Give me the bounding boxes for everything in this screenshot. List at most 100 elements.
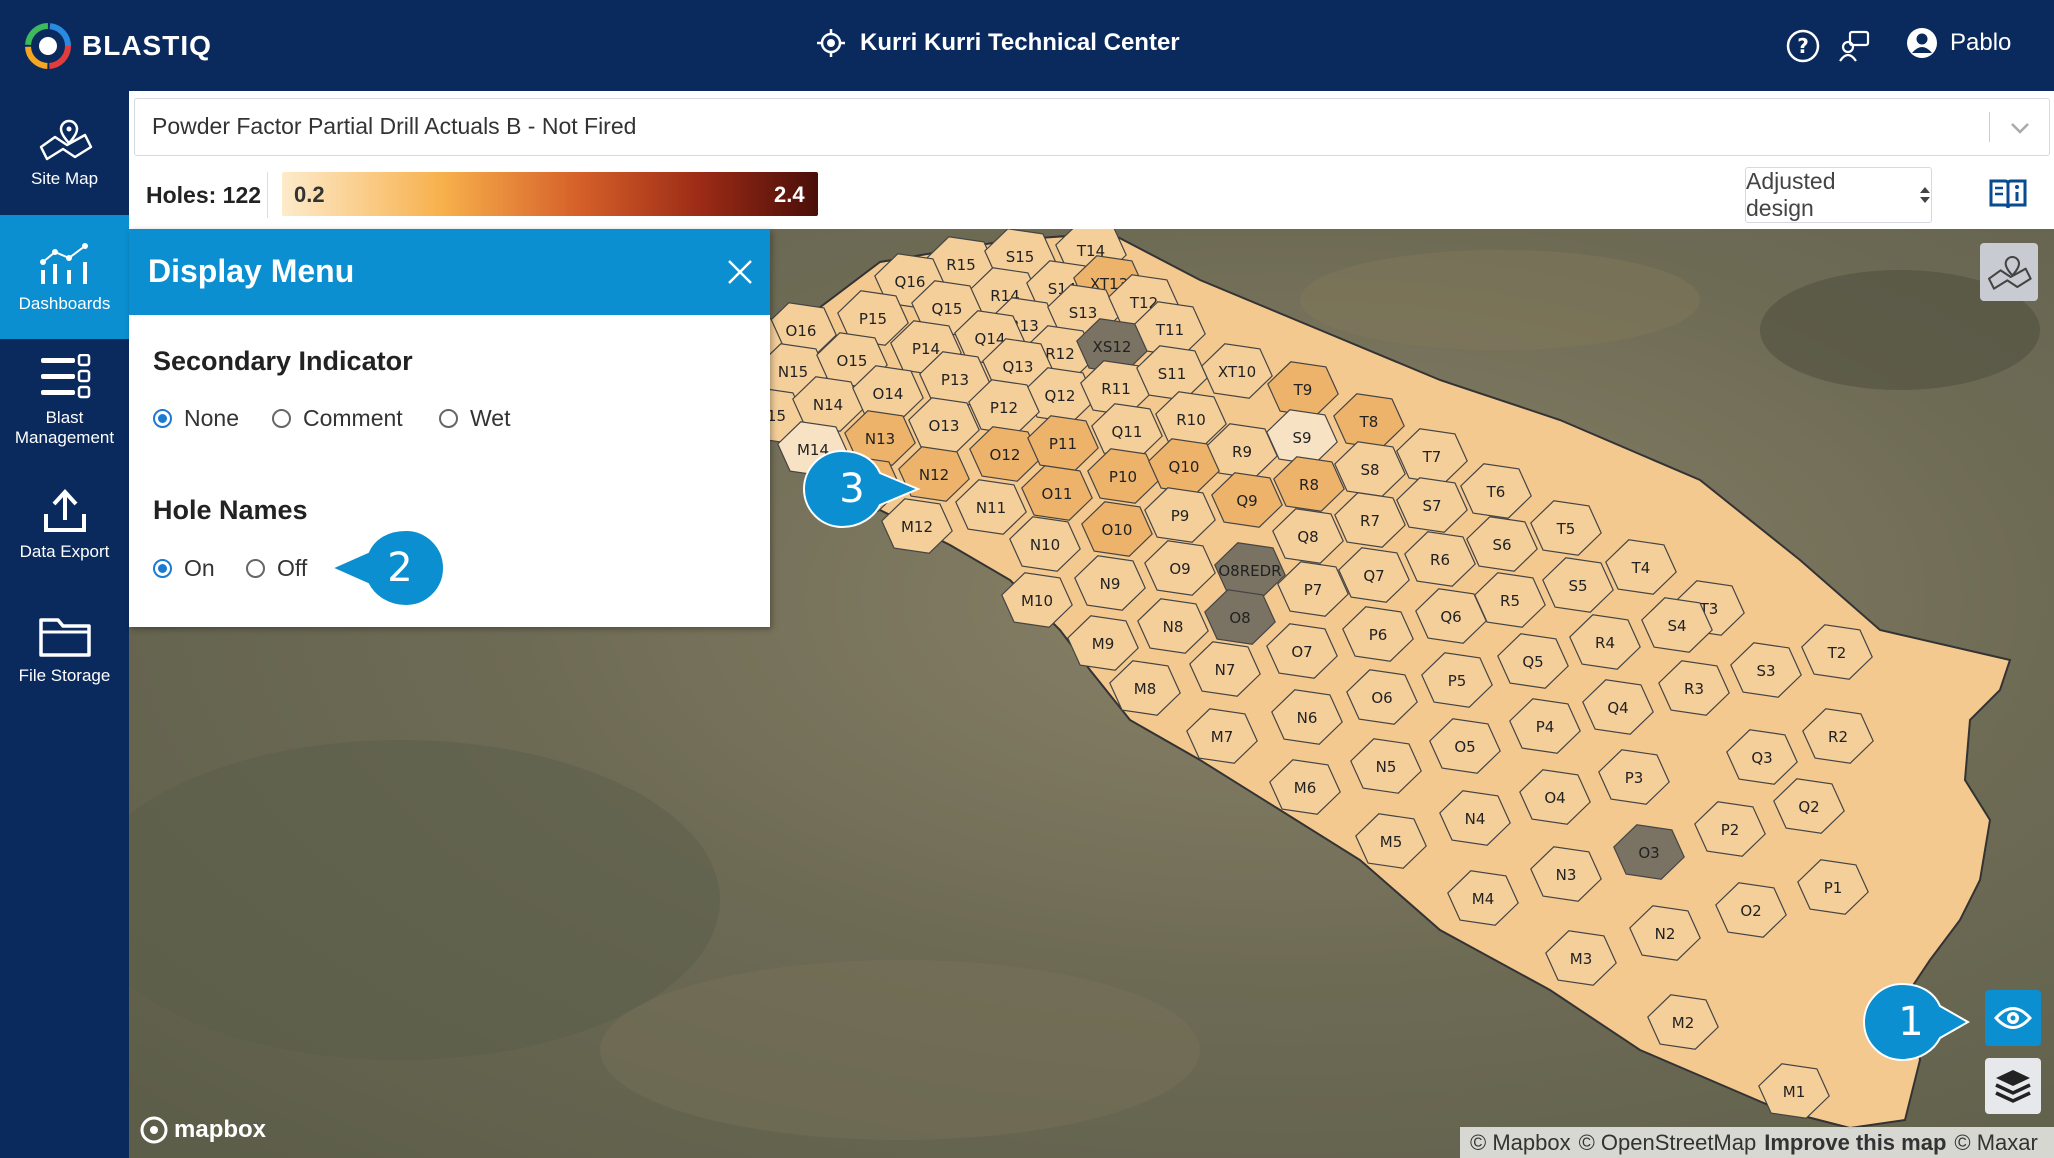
select-divider [1989,112,1990,142]
blast-hole-label: O8 [1229,609,1250,627]
chevron-down-icon[interactable] [2008,118,2032,143]
blast-hole-label: S5 [1568,577,1587,595]
radio-selected-icon [153,409,172,428]
blast-hole-label: O12 [990,446,1021,464]
blast-hole-label: M6 [1294,779,1317,797]
sort-arrows-icon [1920,187,1931,203]
map-pin-icon [1987,255,2032,290]
layers-icon [1995,1070,2031,1103]
legend-max: 2.4 [774,182,805,207]
blast-hole-label: P3 [1625,769,1644,787]
blast-hole-label: S3 [1756,662,1775,680]
blast-hole-label: O14 [873,385,904,403]
blast-hole-label: N11 [976,499,1006,517]
blast-hole-label: O8REDR [1218,562,1281,580]
blast-hole-label: P9 [1171,507,1190,525]
blast-hole-label: M3 [1570,950,1593,968]
blast-hole-label: Q10 [1169,458,1200,476]
sidebar-item-label: Data Export [19,542,110,562]
blastiq-logo-icon[interactable] [22,20,74,72]
layers-button[interactable] [1985,1058,2041,1114]
dashboard-select-value: Powder Factor Partial Drill Actuals B - … [152,113,637,139]
attribution-mapbox[interactable]: © Mapbox [1470,1130,1571,1156]
attribution-osm[interactable]: © OpenStreetMap [1579,1130,1757,1156]
blast-hole-label: O11 [1042,485,1073,503]
blast-hole-label: N5 [1376,758,1397,776]
callout-number: 2 [387,545,412,591]
map-attribution: © Mapbox © OpenStreetMap Improve this ma… [1460,1127,2054,1158]
blast-hole-label: R2 [1828,728,1848,746]
callout-3: 3 [803,449,921,529]
holes-divider [267,172,268,218]
legend-book-icon[interactable] [1988,176,2028,217]
blast-hole-label: P14 [912,340,940,358]
blast-hole-label: M8 [1134,680,1157,698]
blast-hole-label: S6 [1492,536,1511,554]
sidebar-item-site-map[interactable]: Site Map [0,91,129,215]
top-bar: BLASTIQ Kurri Kurri Technical Center ? P… [0,0,2054,91]
blast-hole-label: N12 [919,466,949,484]
blast-hole-label: N13 [865,430,895,448]
blast-hole-label: T7 [1422,448,1442,466]
radio-label: None [184,405,239,431]
eye-icon [1994,1007,2032,1029]
blast-hole-label: T6 [1486,483,1506,501]
user-menu[interactable]: Pablo [1906,27,2011,59]
mapbox-logo[interactable]: mapbox [140,1116,266,1144]
blast-hole-label: Q15 [932,300,963,318]
blast-hole-label: Q6 [1440,608,1461,626]
feedback-icon[interactable] [1838,29,1872,68]
blast-hole-label: O9 [1169,560,1190,578]
radio-label: Comment [303,405,403,431]
list-icon [40,354,90,399]
blast-hole-label: O13 [929,417,960,435]
sidebar-item-label: Dashboards [18,294,111,314]
blast-hole-label: S15 [1006,248,1035,266]
design-select[interactable]: Adjusted design [1745,167,1932,223]
upload-icon [43,489,86,533]
secondary-wet-radio[interactable]: Wet [439,405,510,432]
blast-hole-label: R7 [1360,512,1380,530]
close-icon[interactable] [726,258,754,291]
help-icon[interactable]: ? [1786,29,1820,68]
sidebar-item-data-export[interactable]: Data Export [0,463,129,587]
secondary-indicator-heading: Secondary Indicator [153,346,413,376]
blast-hole-label: N10 [1030,536,1060,554]
sidebar-item-label: Blast Management [14,408,115,447]
site-map-toggle-button[interactable] [1980,243,2038,301]
sidebar-item-file-storage[interactable]: File Storage [0,587,129,711]
sidebar-item-label: File Storage [18,666,111,686]
blast-hole-label: M2 [1672,1014,1695,1032]
blast-hole-label: Q13 [1003,358,1034,376]
display-menu-button[interactable] [1985,990,2041,1046]
blast-hole-label: M4 [1472,890,1495,908]
mapbox-logo-icon [140,1116,168,1144]
blast-hole-label: R4 [1595,634,1615,652]
brand-name: BLASTIQ [82,30,212,61]
site-selector[interactable]: Kurri Kurri Technical Center [816,28,1180,58]
callout-2: 2 [329,528,445,608]
blast-hole-label: S8 [1360,461,1379,479]
blast-hole-label: R8 [1299,476,1319,494]
blast-hole-label: Q12 [1045,387,1076,405]
sidebar-item-dashboards[interactable]: Dashboards [0,215,129,339]
attribution-maxar[interactable]: © Maxar [1954,1130,2037,1156]
hole-names-on-radio[interactable]: On [153,555,215,582]
radio-selected-icon [153,559,172,578]
blast-hole-label: P2 [1721,821,1740,839]
blast-hole-label: M7 [1211,728,1234,746]
blast-hole-label: Q11 [1112,423,1143,441]
svg-text:?: ? [1797,34,1809,58]
sidebar-item-blast-management[interactable]: Blast Management [0,339,129,463]
attribution-improve[interactable]: Improve this map [1764,1130,1946,1156]
location-target-icon [817,29,845,57]
blast-hole-label: T5 [1556,520,1576,538]
blast-hole-label: P6 [1369,626,1388,644]
hole-names-off-radio[interactable]: Off [246,555,307,582]
radio-unselected-icon [439,409,458,428]
blast-hole-label: T2 [1827,644,1847,662]
secondary-none-radio[interactable]: None [153,405,239,432]
secondary-comment-radio[interactable]: Comment [272,405,403,432]
blast-hole-label: Q4 [1607,699,1628,717]
radio-unselected-icon [246,559,265,578]
